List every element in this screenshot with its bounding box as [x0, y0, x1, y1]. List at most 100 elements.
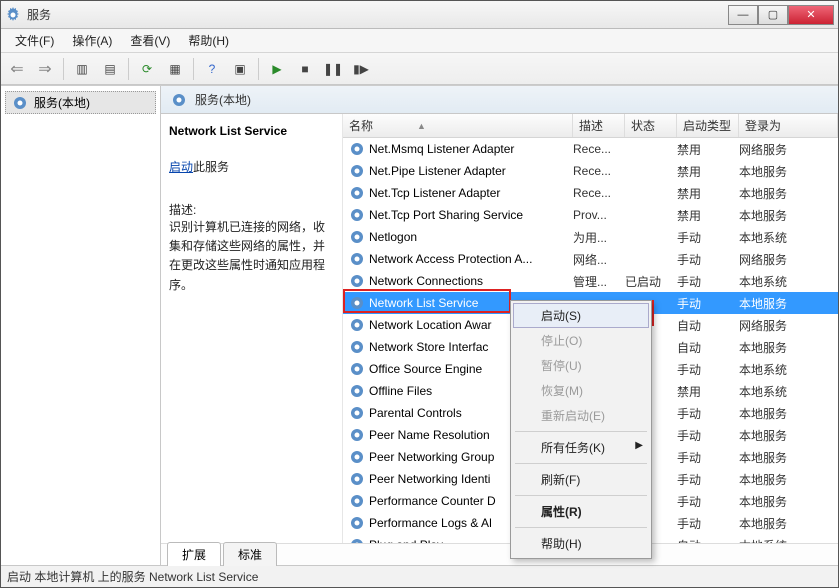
gear-icon [349, 515, 365, 531]
gear-icon [349, 405, 365, 421]
service-row[interactable]: Net.Pipe Listener AdapterRece...禁用本地服务 [343, 160, 838, 182]
service-logon: 本地服务 [739, 471, 838, 488]
window-buttons: — ▢ ✕ [728, 5, 834, 25]
ctx-restart: 重新启动(E) [513, 403, 649, 428]
detail-pane: Network List Service 启动此服务 描述: 识别计算机已连接的… [161, 114, 343, 543]
col-state[interactable]: 状态 [625, 114, 677, 137]
gear-icon [349, 163, 365, 179]
start-service-button[interactable]: ▶ [265, 57, 289, 81]
ctx-help[interactable]: 帮助(H) [513, 531, 649, 556]
services-window: 服务 — ▢ ✕ 文件(F) 操作(A) 查看(V) 帮助(H) ⇐ ⇒ ▥ ▤… [0, 0, 839, 588]
ctx-sep [515, 431, 647, 432]
left-tree: 服务(本地) [1, 86, 161, 565]
ctx-start[interactable]: 启动(S) [513, 303, 649, 328]
start-suffix: 此服务 [193, 160, 229, 174]
export-list-button[interactable]: ▦ [163, 57, 187, 81]
show-hide-tree-button[interactable]: ▥ [70, 57, 94, 81]
help-button[interactable]: ? [200, 57, 224, 81]
service-startup: 手动 [677, 493, 739, 510]
service-row[interactable]: Network Connections管理...已启动手动本地系统 [343, 270, 838, 292]
titlebar[interactable]: 服务 — ▢ ✕ [1, 1, 838, 29]
col-logon[interactable]: 登录为 [739, 114, 838, 137]
gear-icon [171, 92, 187, 108]
ctx-refresh[interactable]: 刷新(F) [513, 467, 649, 492]
service-desc: 为用... [573, 229, 625, 246]
service-startup: 禁用 [677, 383, 739, 400]
service-logon: 本地服务 [739, 163, 838, 180]
service-row[interactable]: Net.Msmq Listener AdapterRece...禁用网络服务 [343, 138, 838, 160]
toolbar-sep [128, 58, 129, 80]
tab-standard[interactable]: 标准 [223, 542, 277, 566]
minimize-button[interactable]: — [728, 5, 758, 25]
forward-button[interactable]: ⇒ [33, 57, 57, 81]
toolbar-sep [63, 58, 64, 80]
service-logon: 本地服务 [739, 207, 838, 224]
menu-action[interactable]: 操作(A) [64, 30, 120, 51]
service-row[interactable]: Network Access Protection A...网络...手动网络服… [343, 248, 838, 270]
gear-icon [349, 361, 365, 377]
service-desc: Prov... [573, 208, 625, 222]
service-name: Network Connections [369, 274, 573, 288]
service-row[interactable]: Net.Tcp Port Sharing ServiceProv... 禁用本地服… [343, 204, 838, 226]
service-desc: Rece... [573, 142, 625, 156]
service-row[interactable]: Net.Tcp Listener AdapterRece...禁用本地服务 [343, 182, 838, 204]
service-row[interactable]: Netlogon为用...手动本地系统 [343, 226, 838, 248]
col-name[interactable]: 名称▲ [343, 114, 573, 137]
gear-icon [349, 493, 365, 509]
statusbar: 启动 本地计算机 上的服务 Network List Service [1, 565, 838, 587]
service-startup: 禁用 [677, 163, 739, 180]
menu-help[interactable]: 帮助(H) [180, 30, 237, 51]
service-logon: 本地系统 [739, 229, 838, 246]
service-startup: 手动 [677, 427, 739, 444]
service-logon: 网络服务 [739, 317, 838, 334]
menu-view[interactable]: 查看(V) [122, 30, 178, 51]
tree-node-services-local[interactable]: 服务(本地) [5, 91, 156, 114]
show-hide-console-button[interactable]: ▤ [98, 57, 122, 81]
gear-icon [12, 95, 28, 111]
service-startup: 禁用 [677, 207, 739, 224]
tree-node-label: 服务(本地) [34, 94, 90, 111]
service-logon: 本地服务 [739, 405, 838, 422]
refresh-button[interactable]: ⟳ [135, 57, 159, 81]
col-startup[interactable]: 启动类型 [677, 114, 739, 137]
menu-file[interactable]: 文件(F) [7, 30, 62, 51]
tab-extended[interactable]: 扩展 [167, 542, 221, 566]
maximize-button[interactable]: ▢ [758, 5, 788, 25]
panel-header: 服务(本地) [161, 86, 838, 114]
service-desc: Rece... [573, 164, 625, 178]
gear-icon [349, 185, 365, 201]
service-logon: 网络服务 [739, 251, 838, 268]
gear-icon [349, 229, 365, 245]
service-logon: 本地系统 [739, 361, 838, 378]
service-name: Net.Tcp Port Sharing Service [369, 208, 573, 222]
restart-service-button[interactable]: ▮▶ [349, 57, 373, 81]
col-desc[interactable]: 描述 [573, 114, 625, 137]
start-link[interactable]: 启动 [169, 160, 193, 174]
ctx-stop: 停止(O) [513, 328, 649, 353]
gear-icon [349, 427, 365, 443]
service-logon: 网络服务 [739, 141, 838, 158]
ctx-pause: 暂停(U) [513, 353, 649, 378]
service-logon: 本地服务 [739, 515, 838, 532]
pause-service-button[interactable]: ❚❚ [321, 57, 345, 81]
service-name: Network Access Protection A... [369, 252, 573, 266]
properties-button[interactable]: ▣ [228, 57, 252, 81]
detail-service-name: Network List Service [169, 124, 334, 138]
ctx-properties[interactable]: 属性(R) [513, 499, 649, 524]
service-logon: 本地服务 [739, 427, 838, 444]
service-startup: 禁用 [677, 185, 739, 202]
ctx-sep [515, 527, 647, 528]
ctx-sep [515, 463, 647, 464]
service-logon: 本地服务 [739, 449, 838, 466]
service-startup: 手动 [677, 471, 739, 488]
service-startup: 禁用 [677, 141, 739, 158]
stop-service-button[interactable]: ■ [293, 57, 317, 81]
ctx-alltasks[interactable]: 所有任务(K)▶ [513, 435, 649, 460]
gear-icon [349, 471, 365, 487]
gear-icon [349, 251, 365, 267]
back-button[interactable]: ⇐ [5, 57, 29, 81]
submenu-arrow-icon: ▶ [635, 440, 643, 451]
content: Network List Service 启动此服务 描述: 识别计算机已连接的… [161, 114, 838, 543]
gear-icon [349, 449, 365, 465]
close-button[interactable]: ✕ [788, 5, 834, 25]
